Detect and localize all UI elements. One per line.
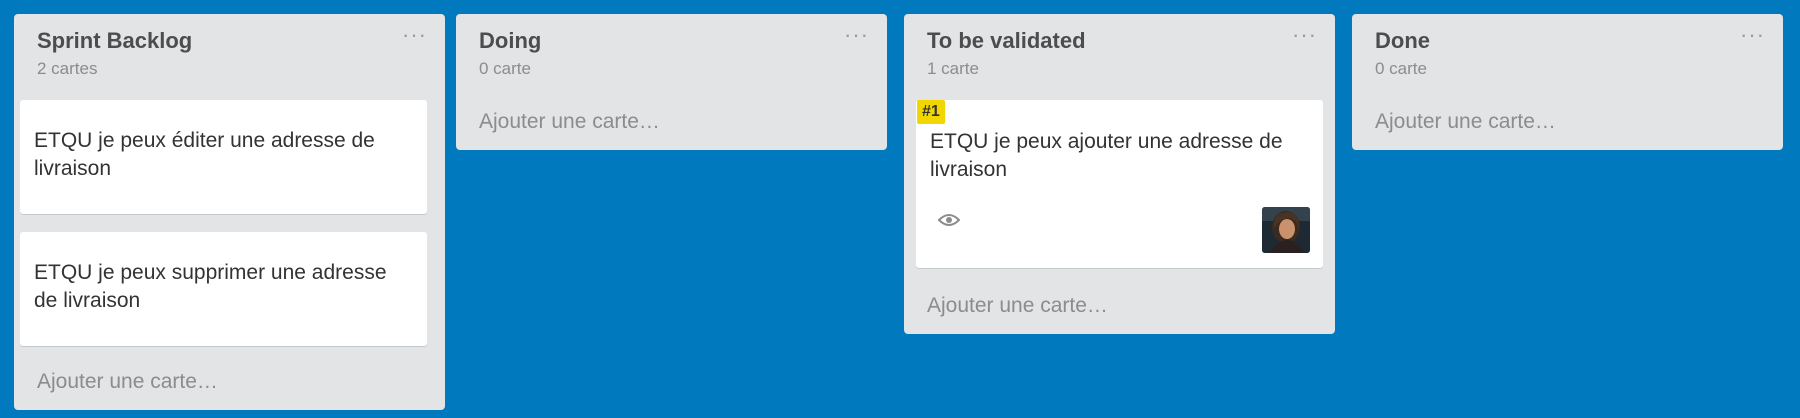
card[interactable]: ETQU je peux éditer une adresse de livra… xyxy=(20,100,427,214)
list-header: Done 0 carte ··· xyxy=(1352,14,1783,89)
list-menu-icon[interactable]: ··· xyxy=(1740,24,1765,46)
eye-icon xyxy=(937,212,961,228)
list-to-be-validated: To be validated 1 carte ··· #1 ETQU je p… xyxy=(904,14,1335,334)
list-header: Doing 0 carte ··· xyxy=(456,14,887,89)
list-title[interactable]: Done xyxy=(1375,28,1430,54)
list-menu-icon[interactable]: ··· xyxy=(402,24,427,46)
list-header: To be validated 1 carte ··· xyxy=(904,14,1335,89)
avatar[interactable] xyxy=(1262,207,1310,253)
card-title: ETQU je peux ajouter une adresse de livr… xyxy=(930,130,1283,181)
list-card-count: 2 cartes xyxy=(37,59,98,78)
card-label: #1 xyxy=(917,100,945,124)
list-sprint-backlog: Sprint Backlog 2 cartes ··· ETQU je peux… xyxy=(14,14,445,410)
list-card-count: 0 carte xyxy=(1375,59,1427,78)
list-card-count: 0 carte xyxy=(479,59,531,78)
add-card-link[interactable]: Ajouter une carte… xyxy=(479,110,660,134)
card-title: ETQU je peux supprimer une adresse de li… xyxy=(34,261,387,312)
list-title[interactable]: Doing xyxy=(479,28,541,54)
list-doing: Doing 0 carte ··· Ajouter une carte… xyxy=(456,14,887,150)
list-header: Sprint Backlog 2 cartes ··· xyxy=(14,14,445,89)
add-card-link[interactable]: Ajouter une carte… xyxy=(1375,110,1556,134)
list-title[interactable]: Sprint Backlog xyxy=(37,28,192,54)
card-title: ETQU je peux éditer une adresse de livra… xyxy=(34,129,375,180)
list-done: Done 0 carte ··· Ajouter une carte… xyxy=(1352,14,1783,150)
card[interactable]: #1 ETQU je peux ajouter une adresse de l… xyxy=(916,100,1323,268)
list-menu-icon[interactable]: ··· xyxy=(844,24,869,46)
list-card-count: 1 carte xyxy=(927,59,979,78)
add-card-link[interactable]: Ajouter une carte… xyxy=(37,370,218,394)
list-title[interactable]: To be validated xyxy=(927,28,1086,54)
add-card-link[interactable]: Ajouter une carte… xyxy=(927,294,1108,318)
list-menu-icon[interactable]: ··· xyxy=(1292,24,1317,46)
board: Sprint Backlog 2 cartes ··· ETQU je peux… xyxy=(0,14,1800,418)
card[interactable]: ETQU je peux supprimer une adresse de li… xyxy=(20,232,427,346)
